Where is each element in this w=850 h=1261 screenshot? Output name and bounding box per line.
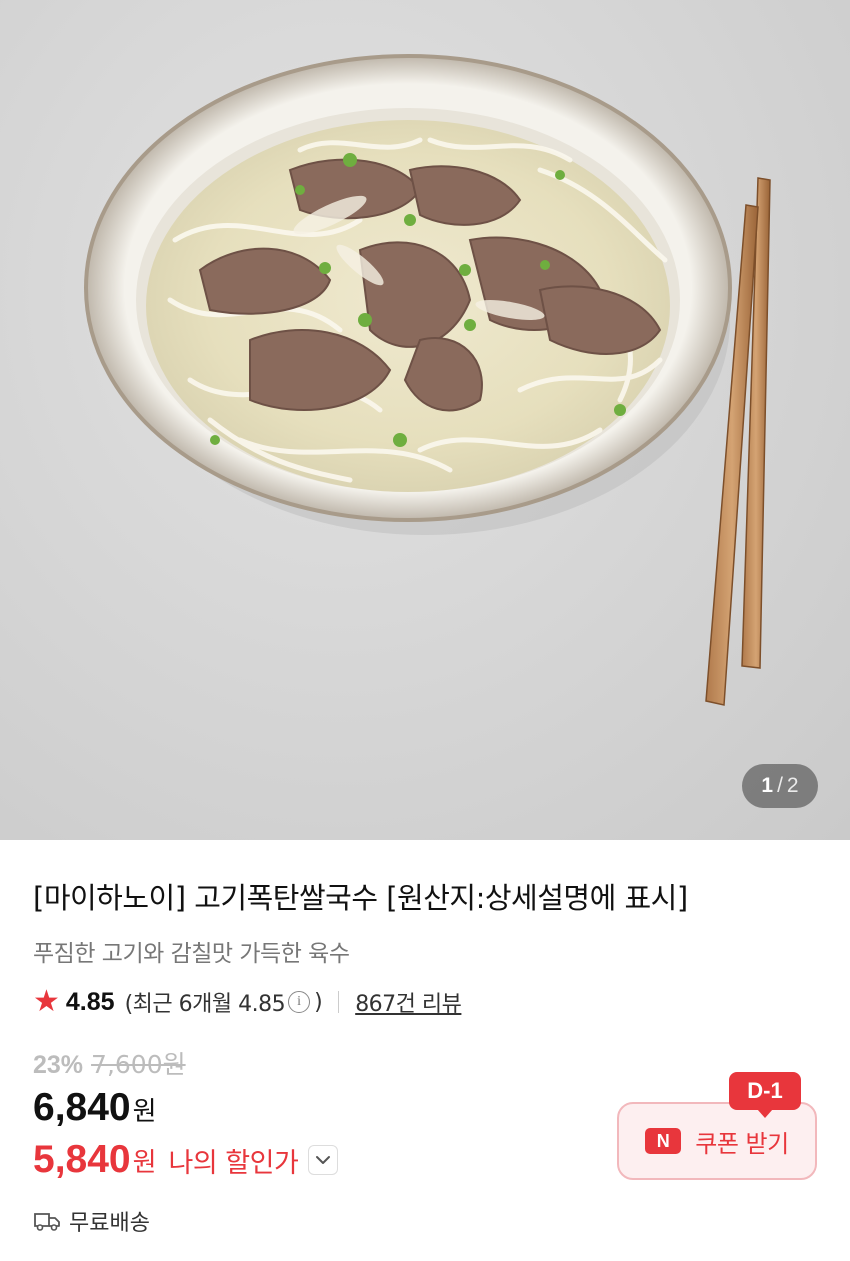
pager-current: 1 [761,774,774,797]
recent-rating-close: ) [314,989,323,1015]
star-icon: ★ [33,984,60,1019]
coupon-button[interactable]: N 쿠폰 받기 [617,1102,817,1180]
sale-price-row: 6,840 원 [33,1086,157,1130]
rating-row: ★ 4.85 (최근 6개월 4.85 i ) 867건 리뷰 [33,984,462,1020]
pager-separator: / [777,774,783,797]
discount-row: 23% 7,600원 [33,1045,186,1081]
coupon-label: 쿠폰 받기 [695,1129,789,1158]
truck-icon [34,1213,60,1231]
product-title: [마이하노이] 고기폭탄쌀국수 [원산지:상세설명에 표시] [33,881,688,915]
shipping-label: 무료배송 [69,1211,150,1236]
info-icon[interactable]: i [288,991,311,1013]
my-price-toggle[interactable] [308,1145,339,1175]
image-pager: 1 / 2 [742,764,818,808]
divider [338,991,340,1013]
shipping-row: 무료배송 [33,1205,150,1237]
product-photo [84,54,771,706]
product-image-gallery[interactable]: 1 / 2 [0,0,850,840]
my-price: 5,840 [33,1138,131,1181]
rating-score: 4.85 [65,987,115,1016]
discount-rate: 23% [33,1051,84,1079]
original-price: 7,600원 [91,1050,186,1079]
recent-rating-text: (최근 6개월 4.85 [124,992,286,1017]
my-price-label: 나의 할인가 [168,1147,299,1179]
dday-badge: D-1 [729,1072,801,1118]
my-price-unit: 원 [132,1147,157,1178]
product-subtitle: 푸짐한 고기와 감칠맛 가득한 육수 [33,941,350,967]
naver-n-icon: N [645,1128,682,1154]
reviews-link[interactable]: 867건 리뷰 [355,986,462,1018]
sale-price: 6,840 [33,1086,131,1129]
chevron-down-icon [316,1156,331,1164]
sale-price-unit: 원 [132,1097,157,1127]
pager-total: 2 [786,774,799,797]
my-price-row[interactable]: 5,840 원 나의 할인가 [33,1138,339,1182]
